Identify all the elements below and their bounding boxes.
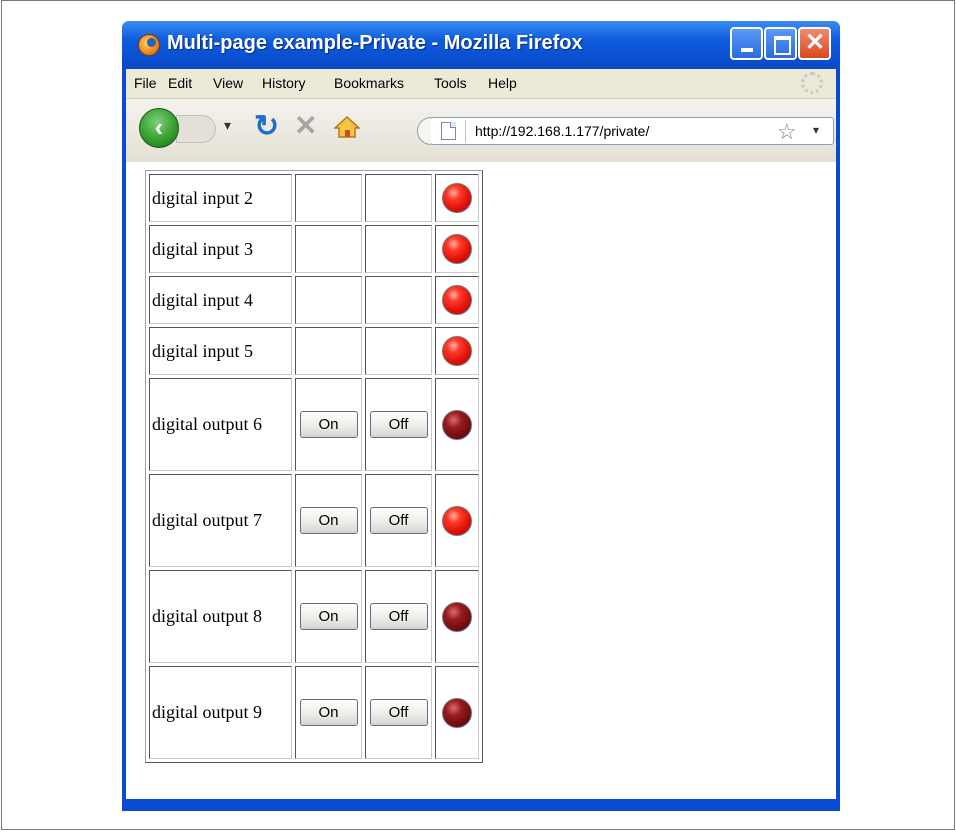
led-indicator-icon bbox=[442, 601, 472, 632]
row-label: digital input 2 bbox=[149, 174, 292, 222]
table-row: digital input 2 bbox=[149, 174, 479, 222]
menu-edit[interactable]: Edit bbox=[168, 75, 192, 91]
row-label: digital output 7 bbox=[149, 474, 292, 567]
back-arrow-icon: ‹ bbox=[154, 112, 164, 142]
off-button[interactable]: Off bbox=[369, 411, 428, 438]
back-button[interactable]: ‹ bbox=[139, 108, 179, 148]
table-row: digital output 9 On Off bbox=[149, 666, 479, 759]
empty-cell bbox=[295, 174, 362, 222]
page-icon bbox=[441, 122, 456, 140]
maximize-button[interactable] bbox=[764, 27, 797, 60]
on-button[interactable]: On bbox=[299, 411, 358, 438]
table-row: digital output 8 On Off bbox=[149, 570, 479, 663]
led-indicator-icon bbox=[442, 183, 472, 213]
off-button[interactable]: Off bbox=[369, 603, 428, 630]
menu-tools[interactable]: Tools bbox=[434, 75, 467, 91]
bookmark-star-icon[interactable]: ☆ bbox=[777, 119, 797, 145]
close-button[interactable]: ✕ bbox=[798, 27, 831, 60]
empty-cell bbox=[365, 276, 432, 324]
table-row: digital output 6 On Off bbox=[149, 378, 479, 471]
menu-bookmarks[interactable]: Bookmarks bbox=[334, 75, 404, 91]
menu-view[interactable]: View bbox=[213, 75, 243, 91]
empty-cell bbox=[365, 174, 432, 222]
window-bottom-border bbox=[126, 799, 836, 811]
empty-cell bbox=[365, 327, 432, 375]
minimize-icon bbox=[741, 48, 753, 52]
led-indicator-icon bbox=[442, 234, 472, 264]
row-label: digital output 6 bbox=[149, 378, 292, 471]
led-indicator-icon bbox=[442, 336, 472, 366]
address-bar[interactable]: http://192.168.1.177/private/ ☆ ▾ bbox=[417, 117, 834, 145]
row-label: digital output 8 bbox=[149, 570, 292, 663]
table-row: digital input 5 bbox=[149, 327, 479, 375]
io-table: digital input 2 digital input 3 digital … bbox=[145, 170, 483, 763]
menu-file[interactable]: File bbox=[134, 75, 157, 91]
led-indicator-icon bbox=[442, 285, 472, 315]
menu-history[interactable]: History bbox=[262, 75, 306, 91]
empty-cell bbox=[365, 225, 432, 273]
empty-cell bbox=[295, 276, 362, 324]
reload-icon[interactable]: ↻ bbox=[254, 109, 279, 144]
home-icon[interactable] bbox=[334, 115, 360, 139]
on-button[interactable]: On bbox=[299, 603, 358, 630]
row-label: digital input 4 bbox=[149, 276, 292, 324]
close-icon: ✕ bbox=[805, 29, 826, 56]
throbber-icon bbox=[801, 72, 823, 94]
row-label: digital input 3 bbox=[149, 225, 292, 273]
window-title: Multi-page example-Private - Mozilla Fir… bbox=[167, 32, 583, 54]
maximize-icon bbox=[774, 36, 791, 55]
table-row: digital input 4 bbox=[149, 276, 479, 324]
table-row: digital output 7 On Off bbox=[149, 474, 479, 567]
led-indicator-icon bbox=[442, 505, 472, 536]
empty-cell bbox=[295, 327, 362, 375]
led-indicator-icon bbox=[442, 697, 472, 728]
firefox-logo-icon bbox=[138, 34, 160, 56]
forward-button[interactable] bbox=[176, 115, 216, 143]
url-text[interactable]: http://192.168.1.177/private/ bbox=[475, 123, 649, 139]
table-row: digital input 3 bbox=[149, 225, 479, 273]
on-button[interactable]: On bbox=[299, 507, 358, 534]
page-content: digital input 2 digital input 3 digital … bbox=[126, 162, 836, 799]
stop-icon[interactable]: ✕ bbox=[294, 109, 317, 142]
navigation-toolbar: ‹ ▾ ↻ ✕ http://192.168.1.177/private/ ☆ … bbox=[126, 99, 836, 163]
led-indicator-icon bbox=[442, 409, 472, 440]
menu-bar: File Edit View History Bookmarks Tools H… bbox=[126, 69, 836, 99]
empty-cell bbox=[295, 225, 362, 273]
address-bar-cap bbox=[417, 117, 431, 145]
row-label: digital output 9 bbox=[149, 666, 292, 759]
minimize-button[interactable] bbox=[730, 27, 763, 60]
on-button[interactable]: On bbox=[299, 699, 358, 726]
row-label: digital input 5 bbox=[149, 327, 292, 375]
off-button[interactable]: Off bbox=[369, 699, 428, 726]
firefox-window: Multi-page example-Private - Mozilla Fir… bbox=[122, 21, 840, 811]
url-dropdown-icon[interactable]: ▾ bbox=[813, 123, 819, 137]
off-button[interactable]: Off bbox=[369, 507, 428, 534]
history-dropdown-icon[interactable]: ▾ bbox=[224, 117, 231, 134]
url-separator bbox=[465, 120, 466, 142]
menu-help[interactable]: Help bbox=[488, 75, 517, 91]
title-bar[interactable]: Multi-page example-Private - Mozilla Fir… bbox=[122, 21, 840, 69]
